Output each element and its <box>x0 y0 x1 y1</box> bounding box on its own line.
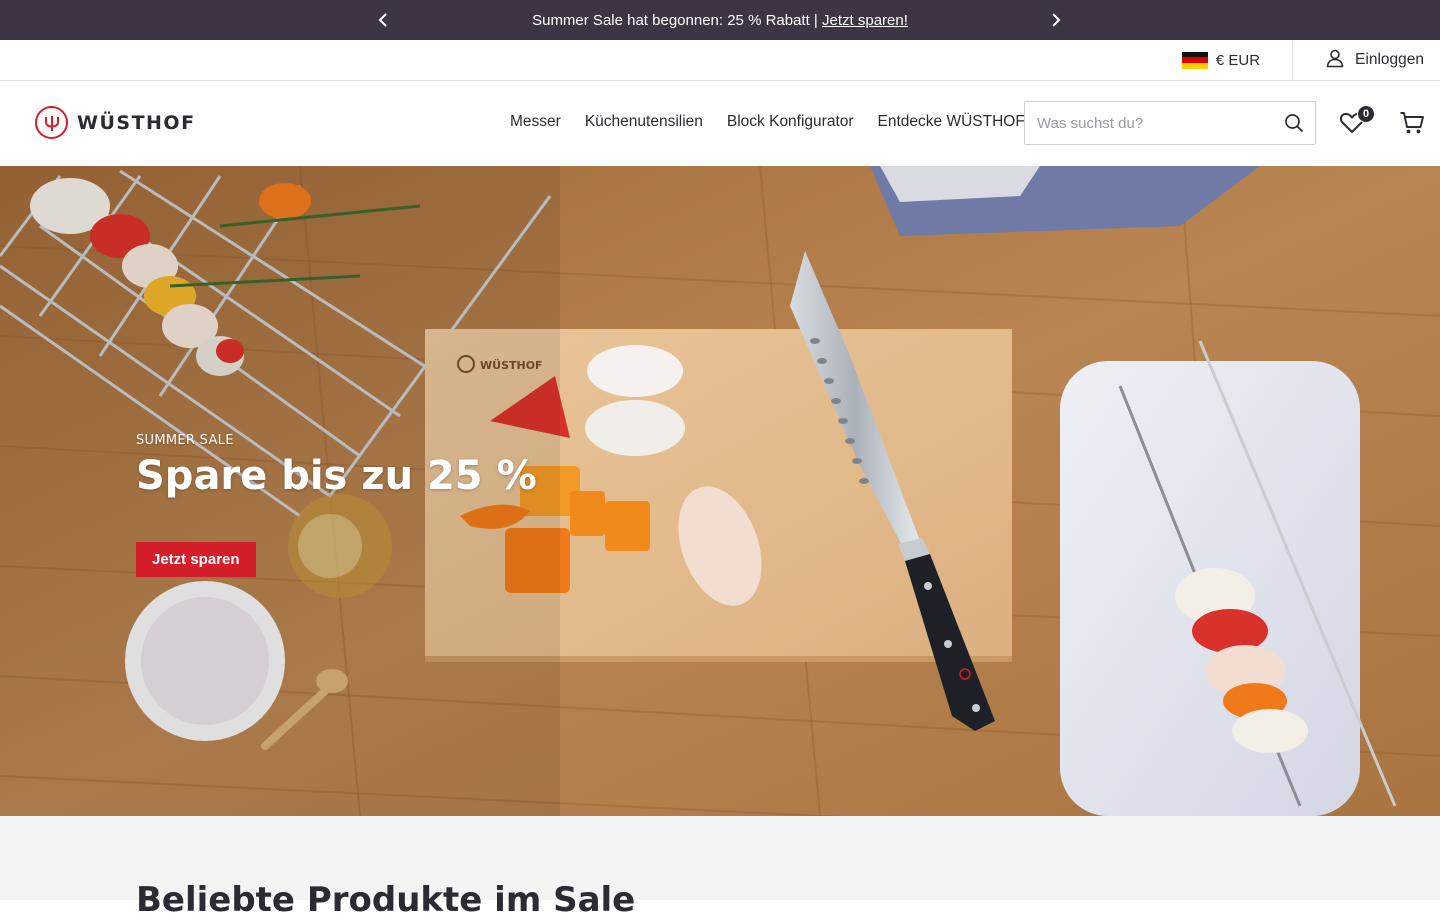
wishlist-count-badge: 0 <box>1357 105 1375 123</box>
announcement-link[interactable]: Jetzt sparen! <box>822 12 908 29</box>
currency-selector[interactable]: € EUR <box>1162 40 1292 80</box>
nav-item-entdecke[interactable]: Entdecke WÜSTHOF <box>878 113 1025 131</box>
hero-eyebrow: SUMMER SALE <box>136 433 234 448</box>
hero-content: SUMMER SALE Spare bis zu 25 % Jetzt spar… <box>136 433 537 577</box>
trident-logo-icon <box>35 106 68 139</box>
wishlist-button[interactable]: 0 <box>1339 105 1375 136</box>
hero-cta-button[interactable]: Jetzt sparen <box>136 542 256 577</box>
search-icon[interactable] <box>1284 113 1304 133</box>
nav-item-kuechenutensilien[interactable]: Küchenutensilien <box>585 113 703 131</box>
user-icon <box>1325 48 1345 73</box>
announcement-text: Summer Sale hat begonnen: 25 % Rabatt | … <box>532 12 908 29</box>
section-title: Beliebte Produkte im Sale <box>136 880 636 920</box>
login-label: Einloggen <box>1355 51 1424 68</box>
main-header: WÜSTHOF Messer Küchenutensilien Block Ko… <box>0 81 1440 166</box>
cart-icon <box>1399 112 1425 140</box>
announcement-bar: Summer Sale hat begonnen: 25 % Rabatt | … <box>0 0 1440 40</box>
brand-logo[interactable]: WÜSTHOF <box>35 106 196 139</box>
germany-flag-icon <box>1181 51 1208 69</box>
brand-name: WÜSTHOF <box>77 111 196 134</box>
chevron-right-icon[interactable] <box>1045 10 1065 30</box>
hero-banner: WÜSTHOF SUMMER SALE Spare bis zu 25 % Je… <box>0 166 1440 816</box>
chevron-left-icon[interactable] <box>374 10 394 30</box>
announcement-message: Summer Sale hat begonnen: 25 % Rabatt | <box>532 11 823 29</box>
search-box <box>1024 101 1316 145</box>
login-button[interactable]: Einloggen <box>1293 40 1440 80</box>
nav-item-messer[interactable]: Messer <box>510 113 561 131</box>
heart-icon <box>1339 112 1365 140</box>
currency-label: € EUR <box>1215 51 1261 69</box>
search-input[interactable] <box>1025 114 1265 132</box>
nav-item-block-konfigurator[interactable]: Block Konfigurator <box>727 113 854 131</box>
products-section: Beliebte Produkte im Sale <box>0 816 1440 920</box>
cart-button[interactable] <box>1399 110 1425 136</box>
utility-bar: € EUR Einloggen <box>0 40 1440 81</box>
main-nav: Messer Küchenutensilien Block Konfigurat… <box>510 113 1025 131</box>
hero-headline: Spare bis zu 25 % <box>136 453 537 499</box>
